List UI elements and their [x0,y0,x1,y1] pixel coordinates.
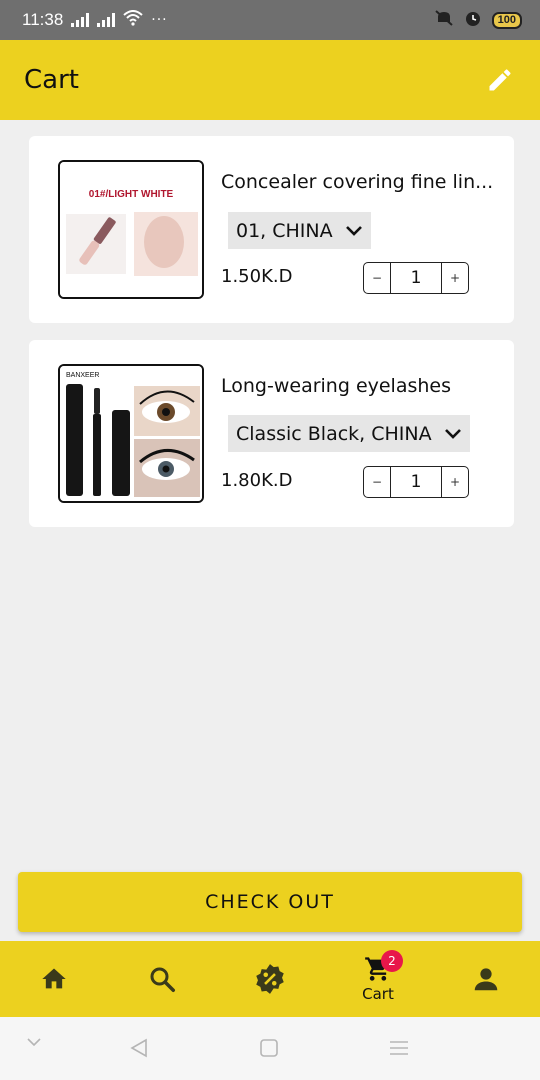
signal-icon [71,13,90,27]
nav-label-cart: Cart [362,985,394,1003]
nav-item-search[interactable] [108,941,216,1017]
alarm-icon [464,9,482,31]
decrement-button[interactable]: − [364,467,390,497]
checkout-button[interactable]: CHECK OUT [18,872,522,932]
quantity-value: 1 [390,467,442,497]
decrement-button[interactable]: − [364,263,390,293]
nav-item-offers[interactable] [216,941,324,1017]
variant-dropdown[interactable]: Classic Black, CHINA [228,415,470,452]
variant-value: Classic Black, CHINA [236,422,432,445]
product-image-brand: BANXEER [66,372,99,379]
nav-item-home[interactable] [0,941,108,1017]
collapse-nav-button[interactable] [26,1037,42,1047]
plus-icon: + [449,271,461,285]
search-icon [150,967,175,992]
edit-button[interactable] [484,64,516,96]
signal-icon-2 [97,13,116,27]
home-nav-button[interactable] [259,1038,279,1058]
minus-icon: − [371,271,383,285]
item-title[interactable]: Concealer covering fine lin... [221,171,493,193]
status-bar: 11:38 ··· 100 [0,0,540,40]
chevron-down-icon [345,225,362,236]
item-price: 1.80K.D [221,470,293,491]
cart-list: 01#/LIGHT WHITE Concealer covering fine … [29,136,514,544]
chevron-down-icon [444,428,461,439]
back-triangle-icon [130,1038,147,1058]
increment-button[interactable]: + [442,263,468,293]
product-image[interactable]: BANXEER [58,364,204,503]
chevron-down-icon [27,1038,41,1047]
item-price: 1.50K.D [221,266,293,287]
mute-vibrate-icon [434,9,454,31]
recents-button[interactable] [388,1039,410,1057]
pencil-icon [489,69,511,91]
discount-icon [256,964,284,994]
nav-item-cart[interactable]: 2 Cart [324,941,432,1017]
system-nav-bar [0,1017,540,1080]
minus-icon: − [371,475,383,489]
nav-item-profile[interactable] [432,941,540,1017]
home-icon [42,968,66,989]
increment-button[interactable]: + [442,467,468,497]
status-time: 11:38 [22,10,64,29]
cart-count-badge: 2 [381,950,403,972]
quantity-value: 1 [390,263,442,293]
item-title[interactable]: Long-wearing eyelashes [221,375,451,397]
cart-item: 01#/LIGHT WHITE Concealer covering fine … [29,136,514,323]
profile-icon [474,968,498,991]
product-image[interactable]: 01#/LIGHT WHITE [58,160,204,299]
bottom-nav: 2 Cart [0,941,540,1017]
plus-icon: + [449,475,461,489]
back-button[interactable] [128,1037,150,1059]
variant-dropdown[interactable]: 01, CHINA [228,212,371,249]
product-image-label: 01#/LIGHT WHITE [89,189,174,200]
more-notifications-icon: ··· [151,12,168,28]
cart-item: BANXEER Long-wearing eyelashes Classic B… [29,340,514,527]
variant-value: 01, CHINA [236,219,333,242]
app-bar: Cart [0,40,540,120]
quantity-stepper: − 1 + [363,262,469,294]
menu-lines-icon [390,1041,408,1055]
quantity-stepper: − 1 + [363,466,469,498]
wifi-icon [123,10,143,30]
page-title: Cart [24,65,79,95]
square-icon [260,1039,278,1057]
battery-indicator: 100 [491,11,522,29]
